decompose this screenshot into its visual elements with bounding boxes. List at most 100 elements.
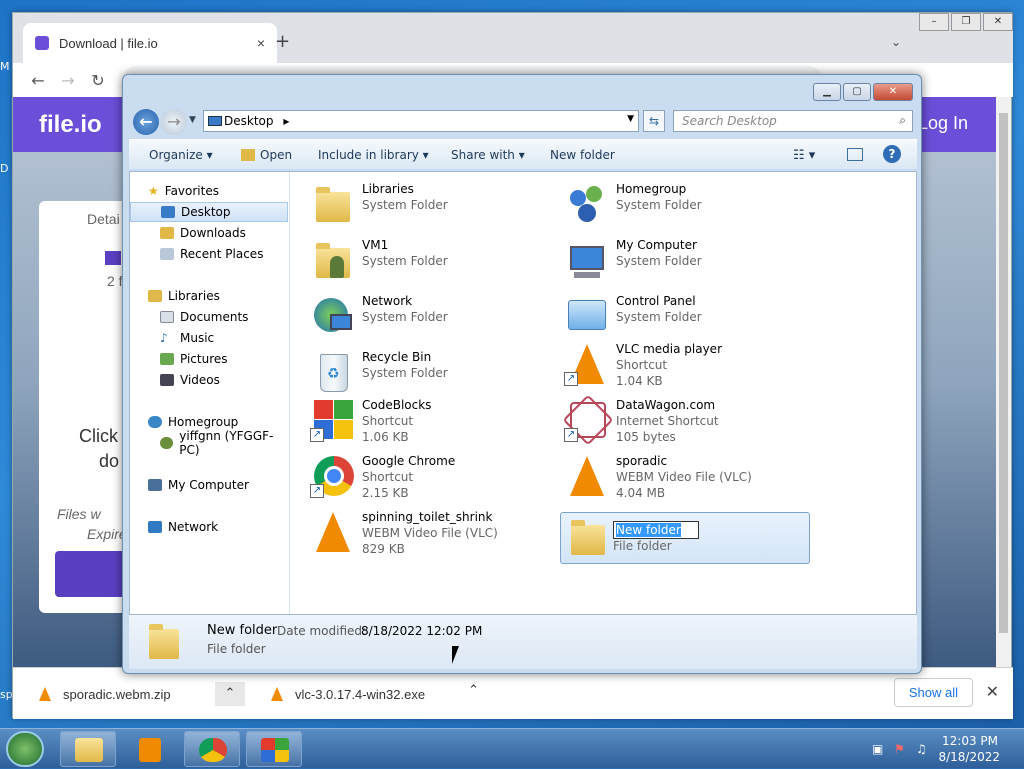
include-in-library-button[interactable]: Include in library ▾ xyxy=(318,148,429,162)
nav-documents[interactable]: Documents xyxy=(130,307,288,327)
forward-arrow-icon[interactable]: → xyxy=(161,109,187,135)
list-item-my-computer[interactable]: My Computer System Folder xyxy=(564,236,814,288)
list-item-spinning-toilet-shrink[interactable]: spinning_toilet_shrink WEBM Video File (… xyxy=(310,508,560,568)
start-button[interactable] xyxy=(6,731,44,767)
search-input[interactable]: Search Desktop ⌕ xyxy=(673,110,913,132)
minimize-button[interactable]: – xyxy=(919,13,949,31)
taskbar-codeblocks[interactable] xyxy=(246,731,302,767)
scrollbar-thumb[interactable] xyxy=(999,113,1008,633)
search-placeholder: Search Desktop xyxy=(682,114,777,128)
breadcrumb-arrow-icon[interactable]: ▸ xyxy=(283,114,289,128)
download-item[interactable]: vlc-3.0.17.4-win32.exe ⌃ xyxy=(257,668,489,720)
browser-tab[interactable]: Download | file.io × xyxy=(23,23,277,63)
list-item-homegroup[interactable]: Homegroup System Folder xyxy=(564,180,814,232)
nav-libraries[interactable]: Libraries xyxy=(130,286,288,306)
file-list: Libraries System Folder Homegroup System… xyxy=(290,172,916,614)
network-tray-icon[interactable]: ▣ xyxy=(872,742,886,756)
nav-label: Music xyxy=(180,331,215,345)
vlc-cone-icon xyxy=(39,687,51,701)
nav-videos[interactable]: Videos xyxy=(130,370,288,390)
nav-network[interactable]: Network xyxy=(130,517,288,537)
item-name: spinning_toilet_shrink xyxy=(362,510,493,524)
chevron-up-icon[interactable]: ⌃ xyxy=(468,682,479,698)
close-download-bar-icon[interactable]: ✕ xyxy=(986,682,999,702)
list-item-libraries[interactable]: Libraries System Folder xyxy=(310,180,560,232)
action-center-icon[interactable]: ⚑ xyxy=(894,742,908,756)
tab-search-chevron-icon[interactable]: ⌄ xyxy=(891,35,901,49)
back-arrow-icon[interactable]: ← xyxy=(133,109,159,135)
nav-favorites[interactable]: ★ Favorites xyxy=(130,181,288,201)
desktop-icon-label-d[interactable]: D xyxy=(0,162,12,176)
show-all-button[interactable]: Show all xyxy=(893,678,973,707)
nav-my-computer[interactable]: My Computer xyxy=(130,475,288,495)
close-button[interactable]: ✕ xyxy=(873,83,913,101)
item-type: File folder xyxy=(613,539,672,553)
nav-recent-places[interactable]: Recent Places xyxy=(130,244,288,264)
preview-pane-icon[interactable] xyxy=(847,148,863,161)
share-with-button[interactable]: Share with ▾ xyxy=(451,148,525,162)
reload-icon[interactable]: ↻ xyxy=(83,71,113,90)
search-icon[interactable]: ⌕ xyxy=(899,113,906,128)
nav-homegroup-user[interactable]: yiffgnn (YFGGF-PC) xyxy=(130,429,288,457)
close-button[interactable]: ✕ xyxy=(983,13,1013,31)
desktop-icon-label-m[interactable]: M xyxy=(0,60,12,74)
list-item-recycle-bin[interactable]: ♻ Recycle Bin System Folder xyxy=(310,348,560,400)
minimize-button[interactable]: ▁ xyxy=(813,83,841,101)
back-arrow-icon[interactable]: ← xyxy=(23,71,53,90)
item-name: Homegroup xyxy=(616,182,687,196)
maximize-button[interactable]: ❐ xyxy=(951,13,981,31)
tab-close-icon[interactable]: × xyxy=(257,35,265,51)
list-item-new-folder[interactable]: New folder File folder xyxy=(560,512,810,564)
rename-input[interactable]: New folder xyxy=(613,521,699,539)
list-item-network[interactable]: Network System Folder xyxy=(310,292,560,344)
list-item-sporadic[interactable]: sporadic WEBM Video File (VLC) 4.04 MB xyxy=(564,452,814,512)
nav-label: Videos xyxy=(180,373,220,387)
item-name: VM1 xyxy=(362,238,389,252)
chevron-up-icon[interactable]: ⌃ xyxy=(215,682,245,706)
nav-label: My Computer xyxy=(168,478,249,492)
nav-downloads[interactable]: Downloads xyxy=(130,223,288,243)
page-scrollbar[interactable] xyxy=(996,97,1011,667)
nav-desktop[interactable]: Desktop xyxy=(130,202,288,222)
list-item-datawagon[interactable]: ↗ DataWagon.com Internet Shortcut 105 by… xyxy=(562,394,814,456)
login-link[interactable]: Log In xyxy=(918,113,968,134)
address-dropdown-icon[interactable]: ▼ xyxy=(627,114,634,124)
clock-date[interactable]: 8/18/2022 xyxy=(938,750,1000,764)
card-file-count: 2 f xyxy=(107,273,123,289)
open-button[interactable]: Open xyxy=(260,148,292,162)
taskbar-media-player[interactable] xyxy=(122,731,178,767)
desktop-icon-label-sp[interactable]: sp xyxy=(0,688,13,702)
help-icon[interactable]: ? xyxy=(883,145,901,163)
item-size: 105 bytes xyxy=(616,430,676,444)
navigation-pane: ★ Favorites Desktop Downloads Recent Plac… xyxy=(130,172,290,614)
item-name: DataWagon.com xyxy=(616,398,716,412)
list-item-codeblocks[interactable]: ↗ CodeBlocks Shortcut 1.06 KB xyxy=(310,396,560,456)
change-view-icon[interactable]: ☷ ▾ xyxy=(793,148,815,163)
recent-pages-chevron-icon[interactable]: ▼ xyxy=(189,115,196,125)
refresh-icon[interactable]: ⇆ xyxy=(643,110,665,132)
address-bar[interactable]: Desktop ▸ ▼ xyxy=(203,110,639,132)
downloads-folder-icon xyxy=(160,227,174,239)
taskbar-explorer[interactable] xyxy=(60,731,116,767)
list-item-google-chrome[interactable]: ↗ Google Chrome Shortcut 2.15 KB xyxy=(310,452,560,512)
vlc-cone-icon: ↗ xyxy=(564,342,610,388)
clock-time[interactable]: 12:03 PM xyxy=(942,734,998,748)
network-icon xyxy=(148,521,162,533)
nav-pictures[interactable]: Pictures xyxy=(130,349,288,369)
list-item-vm1[interactable]: VM1 System Folder xyxy=(310,236,560,288)
download-item[interactable]: sporadic.webm.zip ⌃ xyxy=(25,668,245,720)
volume-icon[interactable]: ♫ xyxy=(916,742,930,756)
organize-button[interactable]: Organize ▾ xyxy=(149,148,213,162)
nav-music[interactable]: ♪ Music xyxy=(130,328,288,348)
list-item-vlc-media-player[interactable]: ↗ VLC media player Shortcut 1.04 KB xyxy=(564,340,814,400)
item-type: Shortcut xyxy=(362,470,414,484)
forward-arrow-icon[interactable]: → xyxy=(53,71,83,90)
fileio-logo[interactable]: file.io xyxy=(39,111,102,139)
maximize-button[interactable]: ▢ xyxy=(843,83,871,101)
taskbar-chrome[interactable] xyxy=(184,731,240,767)
new-folder-button[interactable]: New folder xyxy=(550,148,615,162)
vlc-cone-icon xyxy=(271,687,283,701)
new-tab-button[interactable]: + xyxy=(275,31,290,52)
list-item-control-panel[interactable]: Control Panel System Folder xyxy=(564,292,814,344)
shortcut-arrow-icon: ↗ xyxy=(564,372,578,386)
